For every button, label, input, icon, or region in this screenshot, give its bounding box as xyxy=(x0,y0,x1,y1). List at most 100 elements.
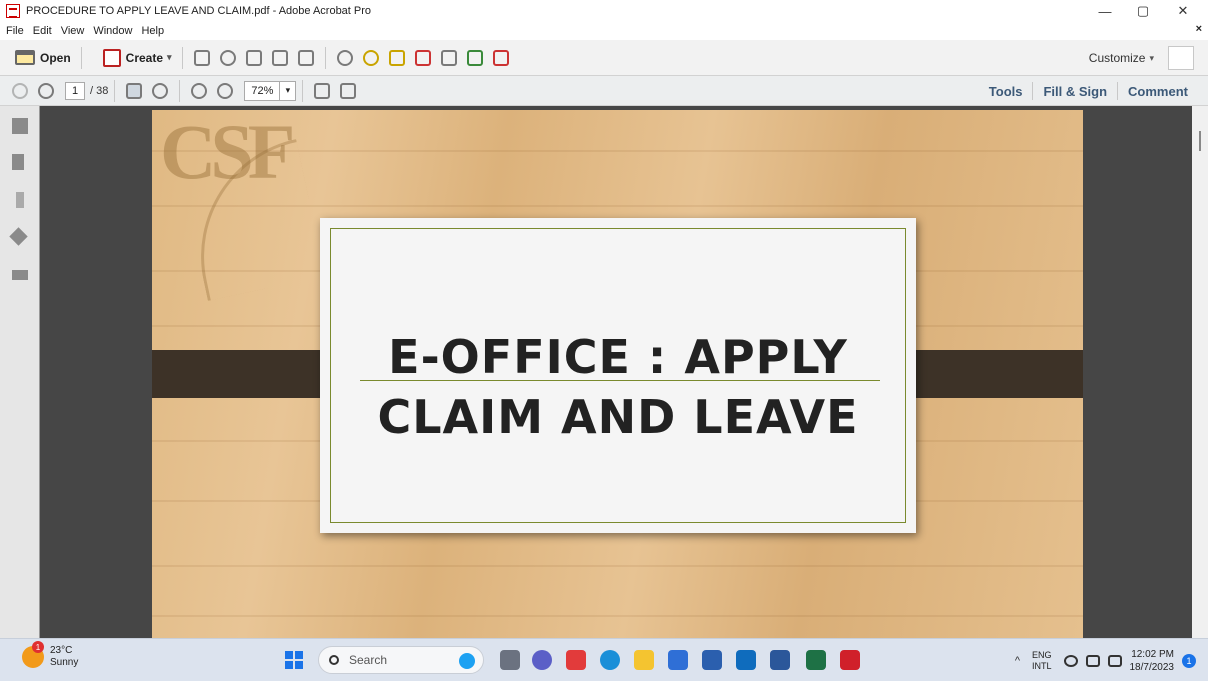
panel-links: Tools Fill & Sign Comment xyxy=(979,76,1198,106)
mail-icon[interactable] xyxy=(668,650,688,670)
bing-icon[interactable] xyxy=(459,653,475,669)
zoom-level-input[interactable]: 72% xyxy=(244,80,281,101)
signature-icon[interactable] xyxy=(12,270,28,280)
zoom-in-icon[interactable] xyxy=(217,82,234,99)
print-icon[interactable] xyxy=(245,49,262,66)
close-document-button[interactable]: × xyxy=(1196,23,1202,35)
toolbar-divider xyxy=(179,79,181,102)
slide-title-line2: CLAIM AND LEAVE xyxy=(377,390,859,444)
search-icon xyxy=(329,655,339,665)
folder-icon xyxy=(15,50,35,65)
task-view-icon[interactable] xyxy=(500,650,520,670)
excel-icon[interactable] xyxy=(806,650,826,670)
fit-page-icon[interactable] xyxy=(340,82,357,99)
vertical-scrollbar[interactable] xyxy=(1192,106,1208,638)
hand-icon[interactable] xyxy=(152,82,169,99)
customize-label: Customize xyxy=(1088,51,1146,65)
gear-icon[interactable] xyxy=(336,49,353,66)
csf-logo: CSF xyxy=(160,108,295,195)
navigation-toolbar: 1 / 38 72% ▾ Tools Fill & Sign Comment xyxy=(0,76,1208,106)
weather-widget[interactable]: 1 23°C Sunny xyxy=(22,641,79,669)
toolbar-divider xyxy=(181,46,183,69)
time: 12:02 PM xyxy=(1131,648,1174,660)
tools-link[interactable]: Tools xyxy=(979,84,1033,99)
battery-icon[interactable] xyxy=(1107,654,1122,667)
document-viewer[interactable]: CSF E-OFFICE : APPLY CLAIM AND LEAVE xyxy=(40,106,1192,638)
start-button[interactable] xyxy=(285,651,303,669)
save-icon[interactable] xyxy=(193,49,210,66)
attachment-icon[interactable] xyxy=(16,192,24,208)
customize-dropdown[interactable]: Customize ▾ xyxy=(1089,46,1194,70)
arrow-down-icon[interactable] xyxy=(38,82,54,99)
close-button[interactable]: ✕ xyxy=(1166,0,1200,22)
chevron-down-icon: ▾ xyxy=(167,52,172,62)
store-icon[interactable] xyxy=(702,650,722,670)
restore-button[interactable]: ▢ xyxy=(1126,0,1160,22)
scrollbar-thumb[interactable] xyxy=(1199,131,1201,151)
highlight-icon[interactable] xyxy=(388,49,405,66)
layers-icon[interactable] xyxy=(9,227,28,246)
sign-icon[interactable] xyxy=(492,49,509,66)
word-icon[interactable] xyxy=(770,650,790,670)
minimize-button[interactable]: — xyxy=(1088,0,1122,22)
comment-link[interactable]: Comment xyxy=(1118,84,1198,99)
teams-chat-icon[interactable] xyxy=(532,650,552,670)
menu-help[interactable]: Help xyxy=(141,25,164,37)
redact-icon[interactable] xyxy=(414,49,431,66)
pdf-file-icon xyxy=(6,4,20,18)
select-cursor-icon[interactable] xyxy=(126,82,143,99)
zoom-dropdown[interactable]: ▾ xyxy=(280,80,297,101)
lang-layout: INTL xyxy=(1031,660,1052,671)
volume-icon[interactable] xyxy=(1085,654,1100,667)
expand-icon[interactable] xyxy=(1168,46,1194,70)
edit-icon[interactable] xyxy=(271,49,288,66)
fill-sign-link[interactable]: Fill & Sign xyxy=(1033,84,1117,99)
menu-window[interactable]: Window xyxy=(93,25,132,37)
menu-edit[interactable]: Edit xyxy=(33,25,52,37)
weather-badge: 1 xyxy=(32,641,44,653)
open-button[interactable]: Open xyxy=(6,45,75,71)
page-total: / 38 xyxy=(90,84,109,97)
page-number-input[interactable]: 1 xyxy=(65,81,85,100)
edge-icon[interactable] xyxy=(600,650,620,670)
slide-title-line1: E-OFFICE : APPLY xyxy=(388,330,848,384)
menu-view[interactable]: View xyxy=(61,25,85,37)
protect-icon[interactable] xyxy=(440,49,457,66)
toolbar-divider xyxy=(114,79,116,102)
create-button[interactable]: Create ▾ xyxy=(94,45,176,71)
create-pdf-icon xyxy=(102,48,121,67)
weather-condition: Sunny xyxy=(50,657,79,668)
create-label: Create xyxy=(125,50,164,65)
zoom-out-icon[interactable] xyxy=(191,82,208,99)
fit-width-icon[interactable] xyxy=(314,82,331,99)
comment-bubble-icon[interactable] xyxy=(362,49,379,66)
acrobat-icon[interactable] xyxy=(840,650,860,670)
search-placeholder: Search xyxy=(349,653,388,667)
wifi-icon[interactable] xyxy=(1063,654,1078,667)
main-toolbar: Open Create ▾ Customize ▾ xyxy=(0,40,1208,76)
windows-taskbar: 1 23°C Sunny Search ^ ENG INTL 12:02 PM … xyxy=(0,638,1208,681)
upload-cloud-icon[interactable] xyxy=(219,49,236,66)
page-thumbnails-icon[interactable] xyxy=(12,118,28,134)
date: 18/7/2023 xyxy=(1129,661,1175,673)
anydesk-icon[interactable] xyxy=(566,650,586,670)
title-bar: PROCEDURE TO APPLY LEAVE AND CLAIM.pdf -… xyxy=(0,0,1208,22)
title-card: E-OFFICE : APPLY CLAIM AND LEAVE xyxy=(320,218,916,533)
navigation-pane xyxy=(0,106,40,638)
arrow-up-icon[interactable] xyxy=(12,82,28,99)
language-indicator[interactable]: ENG INTL xyxy=(1032,650,1052,672)
menu-file[interactable]: File xyxy=(6,25,24,37)
file-explorer-icon[interactable] xyxy=(634,650,654,670)
taskbar-search[interactable]: Search xyxy=(318,646,484,674)
email-icon[interactable] xyxy=(297,49,314,66)
menu-bar: File Edit View Window Help × xyxy=(0,22,1208,40)
open-label: Open xyxy=(40,50,71,65)
toolbar-divider xyxy=(302,79,304,102)
export-icon[interactable] xyxy=(466,49,483,66)
outlook-icon[interactable] xyxy=(736,650,756,670)
bookmark-icon[interactable] xyxy=(12,154,24,170)
clock[interactable]: 12:02 PM 18/7/2023 xyxy=(1130,648,1175,674)
show-hidden-icons-button[interactable]: ^ xyxy=(1015,655,1020,667)
notification-badge[interactable]: 1 xyxy=(1182,653,1196,668)
lang-code: ENG xyxy=(1031,649,1052,660)
